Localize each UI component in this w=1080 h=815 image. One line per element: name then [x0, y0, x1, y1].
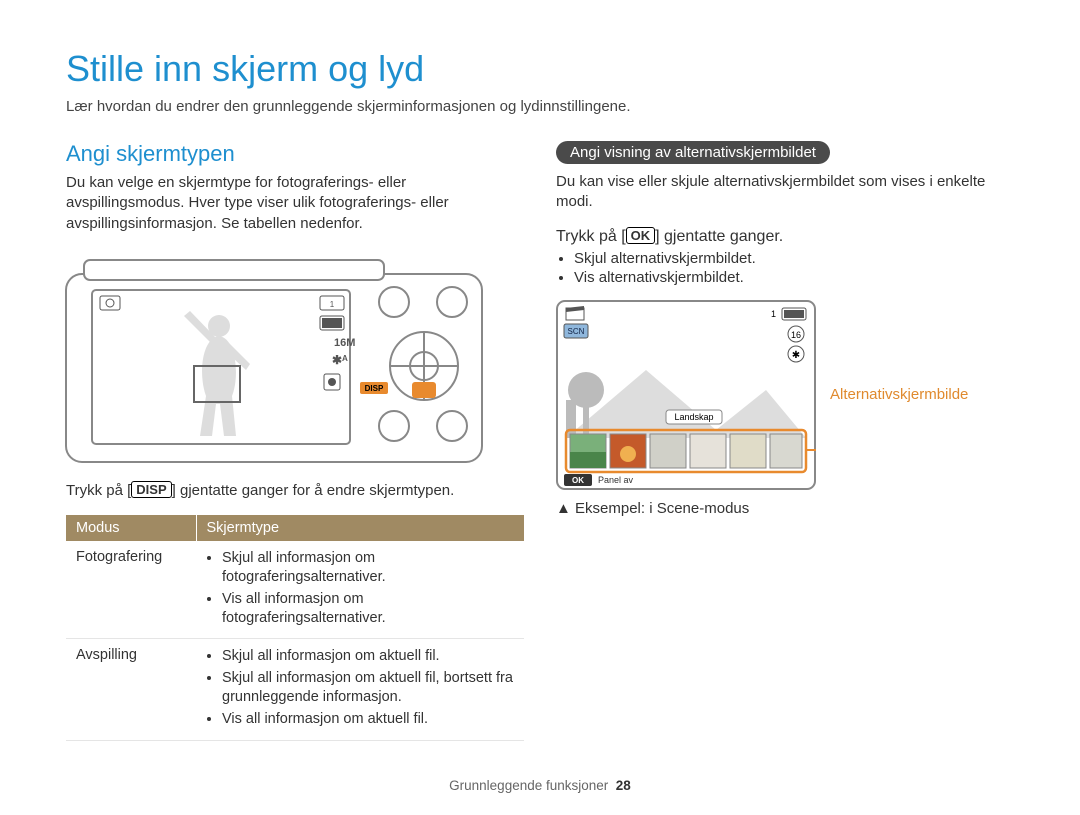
alt-screen-heading: Angi visning av alternativskjermbildet	[556, 141, 830, 164]
page-subtitle: Lær hvordan du endrer den grunnleggende …	[66, 98, 1014, 115]
ok-instruction: Trykk på [OK] gjentatte ganger.	[556, 227, 1014, 246]
table-header-type: Skjermtype	[196, 515, 524, 541]
alt-bullets: Skjul alternativskjermbildet. Vis altern…	[556, 250, 1014, 286]
camera-icon	[100, 296, 120, 310]
svg-text:Panel av: Panel av	[598, 475, 634, 485]
table-row-item: Vis all informasjon om fotograferingsalt…	[222, 590, 514, 628]
table-row-item: Skjul all informasjon om aktuell fil.	[222, 647, 514, 666]
disp-button-label: DISP	[131, 481, 171, 498]
alt-screen-paragraph: Du kan vise eller skjule alternativskjer…	[556, 172, 1014, 213]
svg-text:16: 16	[791, 330, 801, 340]
table-row-item: Vis all informasjon om aktuell fil.	[222, 710, 514, 729]
display-type-paragraph: Du kan velge en skjermtype for fotografe…	[66, 173, 524, 234]
table-row-mode: Avspilling	[66, 639, 196, 740]
page-title: Stille inn skjerm og lyd	[66, 48, 1014, 90]
example-caption: ▲ Eksempel: i Scene-modus	[556, 500, 1014, 517]
svg-text:✱: ✱	[792, 350, 800, 361]
table-row-item: Skjul all informasjon om aktuell fil, bo…	[222, 669, 514, 707]
disp-button-highlight	[412, 382, 436, 398]
table-header-mode: Modus	[66, 515, 196, 541]
disp-instruction: Trykk på [DISP] gjentatte ganger for å e…	[66, 481, 524, 501]
table-row-item: Skjul all informasjon om fotograferingsa…	[222, 549, 514, 587]
svg-text:OK: OK	[572, 476, 584, 485]
section-heading-display-type: Angi skjermtypen	[66, 141, 524, 167]
svg-text:DISP: DISP	[365, 384, 384, 393]
left-column: Angi skjermtypen Du kan velge en skjermt…	[66, 141, 524, 741]
svg-text:Landskap: Landskap	[674, 412, 713, 422]
alt-panel-callout: Alternativskjermbilde	[830, 386, 968, 403]
bullet-item: Skjul alternativskjermbildet.	[574, 250, 1014, 267]
svg-text:SCN: SCN	[568, 327, 585, 336]
ok-button-label: OK	[626, 227, 656, 244]
svg-text:16M: 16M	[334, 337, 355, 349]
bullet-item: Vis alternativskjermbildet.	[574, 269, 1014, 286]
svg-text:1: 1	[330, 300, 335, 309]
table-row-mode: Fotografering	[66, 541, 196, 639]
mode-table: Modus Skjermtype Fotografering Skjul all…	[66, 515, 524, 741]
right-column: Angi visning av alternativskjermbildet D…	[556, 141, 1014, 741]
svg-text:✱ᴬ: ✱ᴬ	[332, 353, 348, 367]
alt-screen-diagram: SCN 1 16 ✱ Landskap	[556, 300, 816, 490]
svg-text:1: 1	[771, 309, 776, 319]
page-footer: Grunnleggende funksjoner 28	[0, 778, 1080, 793]
clapboard-icon	[566, 306, 584, 320]
camera-back-diagram: 1 16M ✱ᴬ	[64, 256, 484, 466]
